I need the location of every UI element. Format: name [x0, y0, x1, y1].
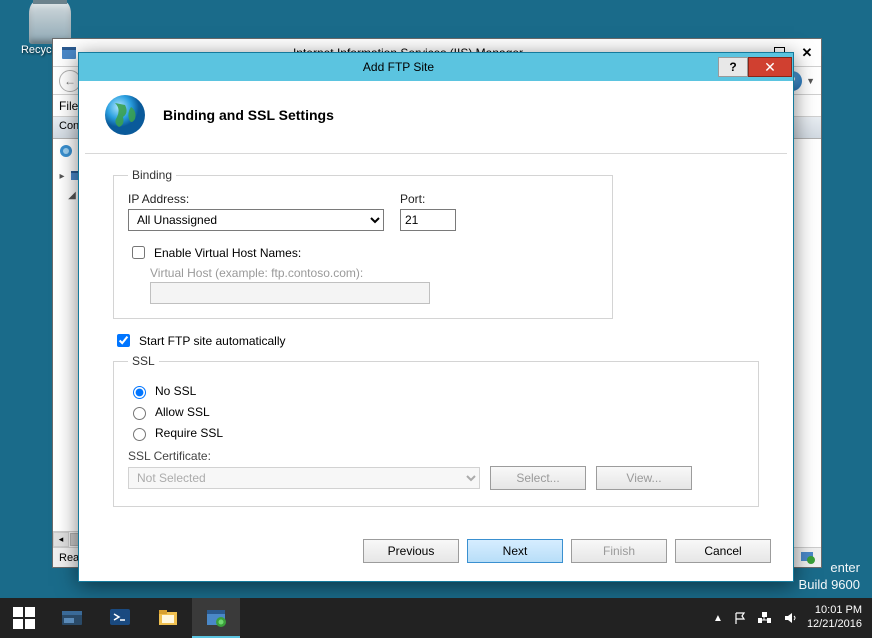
cancel-button[interactable]: Cancel [675, 539, 771, 563]
allow-ssl-label: Allow SSL [155, 405, 210, 419]
tray-date: 12/21/2016 [807, 618, 862, 632]
ssl-view-button: View... [596, 466, 692, 490]
watermark-line1: enter [799, 559, 860, 577]
start-button[interactable] [0, 598, 48, 638]
tree-toggle-icon[interactable]: ▸ [57, 171, 67, 182]
previous-button[interactable]: Previous [363, 539, 459, 563]
ip-address-select[interactable]: All Unassigned [128, 209, 384, 231]
windows-watermark: enter Build 9600 [799, 559, 860, 594]
require-ssl-label: Require SSL [155, 426, 223, 440]
tray-up-icon[interactable]: ▲ [713, 613, 723, 624]
finish-button: Finish [571, 539, 667, 563]
scroll-left-button[interactable]: ◂ [53, 532, 69, 547]
port-input[interactable] [400, 209, 456, 231]
start-ftp-automatically-label: Start FTP site automatically [139, 334, 286, 348]
add-ftp-site-dialog: Add FTP Site ? ✕ Binding and SSL Setting… [78, 52, 794, 582]
require-ssl-radio[interactable] [133, 428, 146, 441]
windows-logo-icon [13, 607, 35, 629]
enable-virtual-host-checkbox[interactable] [132, 246, 145, 259]
tree-toggle-icon[interactable]: ◢ [67, 190, 77, 201]
next-button[interactable]: Next [467, 539, 563, 563]
dialog-close-button[interactable]: ✕ [748, 57, 792, 77]
ssl-certificate-label: SSL Certificate: [128, 449, 744, 463]
ssl-legend: SSL [128, 354, 159, 368]
binding-legend: Binding [128, 168, 176, 182]
taskbar: ▲ 10:01 PM 12/21/2016 [0, 598, 872, 638]
allow-ssl-radio[interactable] [133, 407, 146, 420]
dialog-title: Add FTP Site [79, 60, 718, 74]
connect-icon[interactable] [57, 142, 75, 160]
ssl-group: SSL No SSL Allow SSL Require SSL SSL Cer… [113, 354, 759, 507]
ssl-certificate-select: Not Selected [128, 467, 480, 489]
ip-address-label: IP Address: [128, 192, 384, 206]
watermark-line2: Build 9600 [799, 576, 860, 594]
dialog-header: Binding and SSL Settings [85, 81, 787, 154]
tray-clock[interactable]: 10:01 PM 12/21/2016 [807, 604, 862, 632]
port-label: Port: [400, 192, 456, 206]
dialog-help-button[interactable]: ? [718, 57, 748, 77]
tray-network-icon[interactable] [757, 611, 773, 625]
taskbar-server-manager[interactable] [48, 598, 96, 638]
system-tray[interactable]: ▲ 10:01 PM 12/21/2016 [703, 598, 872, 638]
ssl-select-button: Select... [490, 466, 586, 490]
taskbar-explorer[interactable] [144, 598, 192, 638]
iis-close-button[interactable]: ✕ [793, 43, 821, 63]
no-ssl-radio[interactable] [133, 386, 146, 399]
virtual-host-input [150, 282, 430, 304]
enable-virtual-host-label: Enable Virtual Host Names: [154, 246, 301, 260]
menu-file[interactable]: File [59, 99, 78, 113]
tray-flag-icon[interactable] [733, 611, 747, 625]
globe-icon [101, 91, 149, 139]
iis-app-icon [59, 43, 79, 63]
virtual-host-hint: Virtual Host (example: ftp.contoso.com): [150, 266, 598, 280]
no-ssl-label: No SSL [155, 384, 196, 398]
tray-time: 10:01 PM [807, 604, 862, 618]
tray-sound-icon[interactable] [783, 611, 797, 625]
binding-group: Binding IP Address: All Unassigned Port: [113, 168, 613, 319]
taskbar-iis-manager[interactable] [192, 598, 240, 638]
dialog-titlebar[interactable]: Add FTP Site ? ✕ [79, 53, 793, 81]
start-ftp-automatically-checkbox[interactable] [117, 334, 130, 347]
help-dropdown-icon[interactable]: ▼ [806, 76, 815, 86]
dialog-subtitle: Binding and SSL Settings [163, 107, 334, 123]
taskbar-powershell[interactable] [96, 598, 144, 638]
dialog-button-row: Previous Next Finish Cancel [85, 529, 787, 575]
